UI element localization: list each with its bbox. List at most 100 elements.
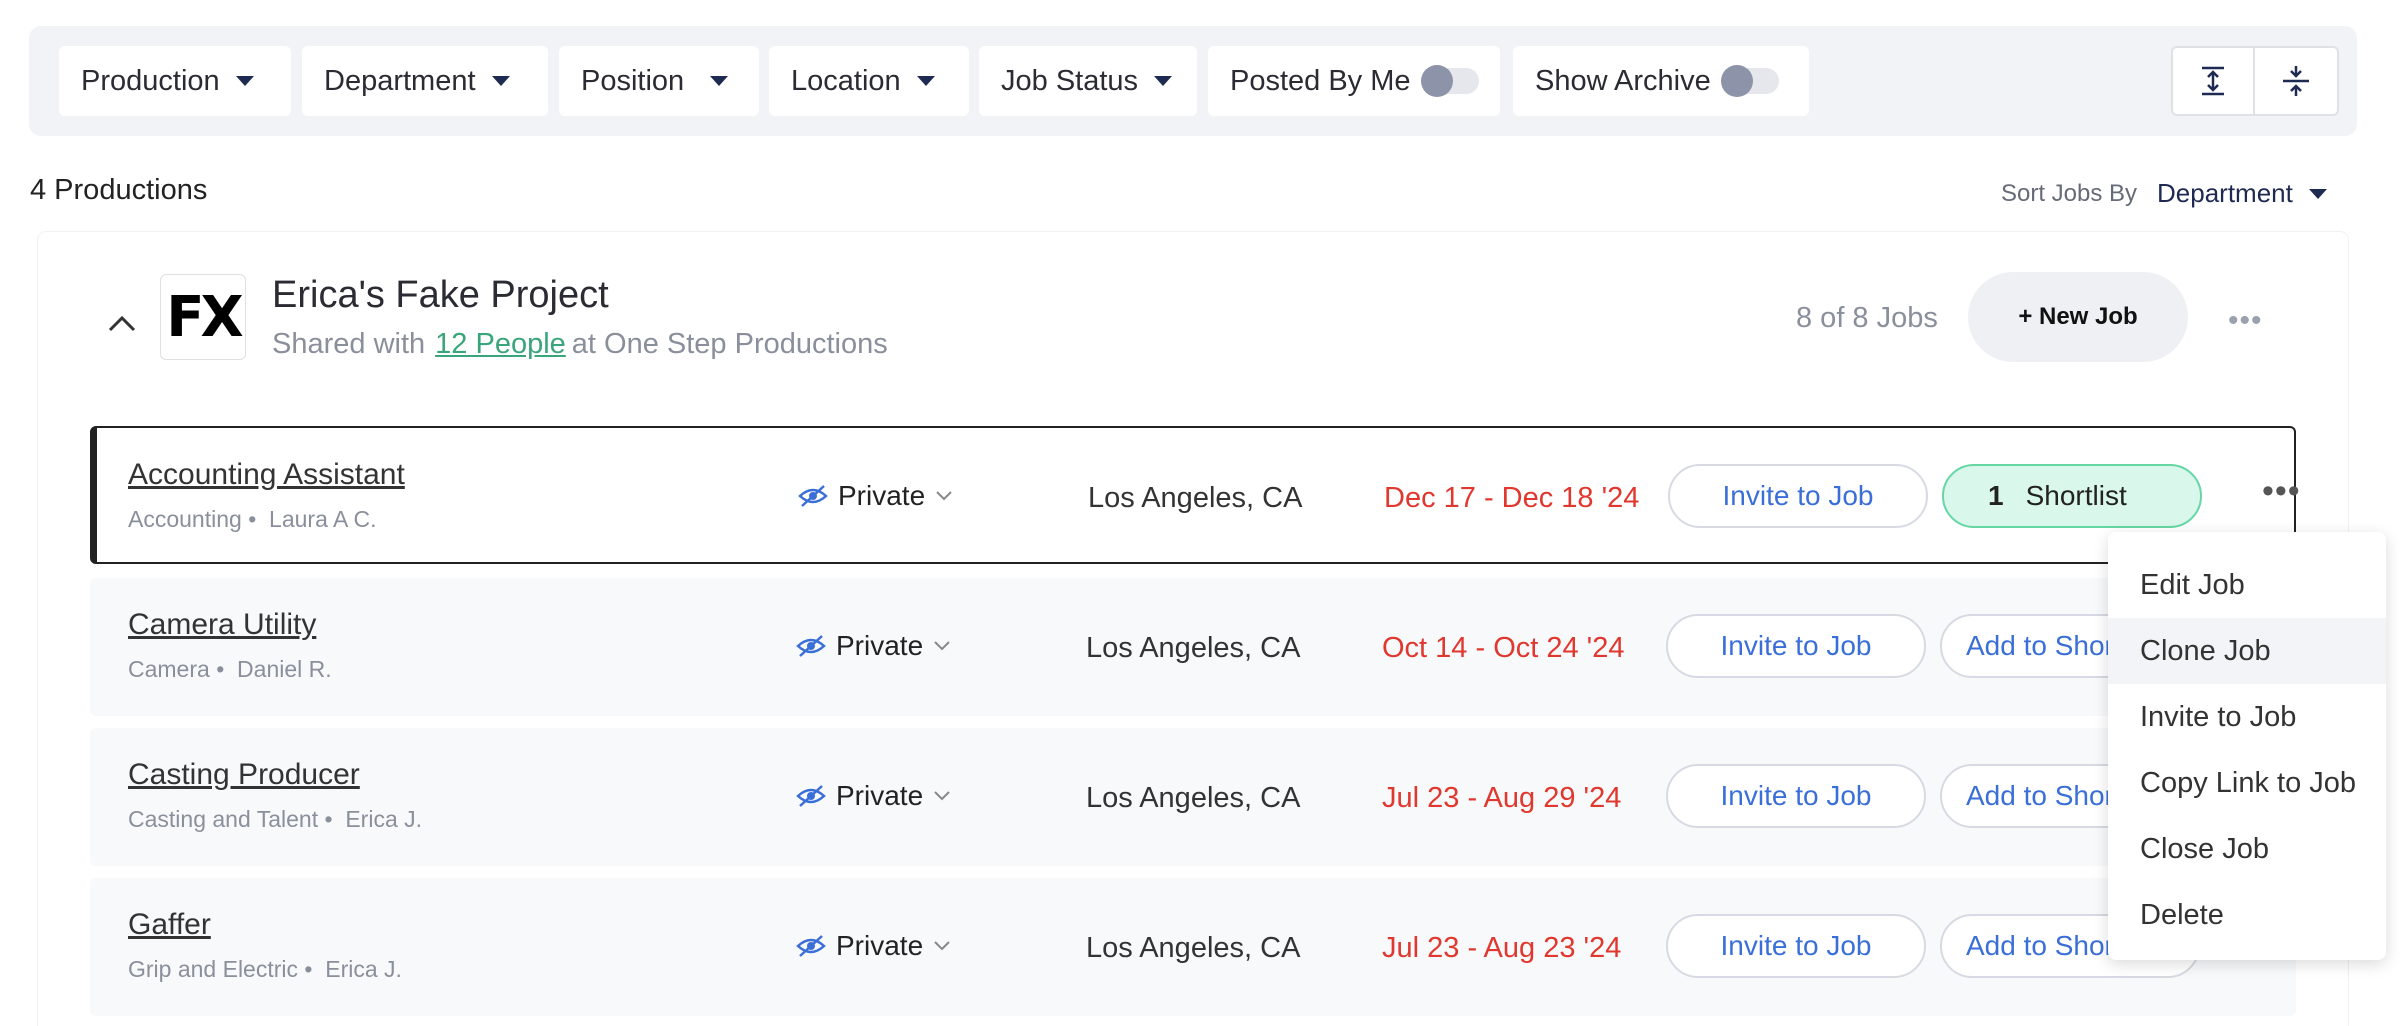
expand-all-button[interactable] [2255,46,2339,116]
menu-item-close-job[interactable]: Close Job [2108,816,2386,882]
menu-item-edit-job[interactable]: Edit Job [2108,552,2386,618]
visibility-label: Private [836,630,924,661]
position-filter-label: Position [581,64,685,97]
sort-label: Sort Jobs By [2001,180,2138,207]
job-dates: Jul 23 - Aug 23 '24 [1382,932,1622,964]
sort-dropdown[interactable]: Department [2157,178,2327,209]
caret-down-icon [710,76,729,86]
job-subtitle: Camera • Daniel R. [128,656,332,682]
job-dates: Jul 23 - Aug 29 '24 [1382,782,1622,814]
expand-icon [2283,66,2309,96]
shortlist-count: 1 [1988,480,2004,511]
more-options-icon[interactable]: ••• [2228,304,2263,338]
chevron-down-icon [934,641,950,651]
chevron-down-icon [934,941,950,951]
productions-count: 4 Productions [30,174,208,206]
location-filter[interactable]: Location [769,46,969,116]
job-subtitle: Accounting • Laura A C. [128,506,377,532]
visibility-label: Private [836,930,924,961]
menu-item-delete[interactable]: Delete [2108,882,2386,948]
shared-suffix: at One Step Productions [571,328,888,360]
job-subtitle: Grip and Electric • Erica J. [128,956,402,982]
production-card: FX Erica's Fake Project Shared with 12 Pe… [38,232,2348,1026]
jobs-count: 8 of 8 Jobs [1796,302,1938,334]
job-subtitle: Casting and Talent • Erica J. [128,806,423,832]
posted-by-me-toggle[interactable] [1420,65,1479,97]
job-status-filter-label: Job Status [1001,64,1139,97]
department-filter-label: Department [324,64,476,97]
job-row[interactable]: Gaffer Grip and Electric • Erica J. Priv… [90,878,2296,1016]
job-title[interactable]: Casting Producer [128,758,360,792]
shared-prefix: Shared with [272,328,426,360]
job-title[interactable]: Gaffer [128,908,211,942]
caret-down-icon [2308,188,2327,199]
show-archive-filter[interactable]: Show Archive [1513,46,1809,116]
job-location: Los Angeles, CA [1086,632,1301,664]
menu-item-copy-link[interactable]: Copy Link to Job [2108,750,2386,816]
production-title: Erica's Fake Project [272,274,609,316]
chevron-up-icon[interactable] [106,312,138,334]
job-person: Daniel R. [237,656,332,682]
job-person: Laura A C. [269,506,377,532]
posted-by-me-filter[interactable]: Posted By Me [1208,46,1500,116]
job-row[interactable]: Accounting Assistant Accounting • Laura … [90,426,2300,564]
chevron-down-icon [936,491,952,501]
eye-slash-icon [796,785,826,807]
production-filter[interactable]: Production [59,46,291,116]
job-row[interactable]: Camera Utility Camera • Daniel R. Privat… [90,578,2296,716]
shortlist-button[interactable]: 1 Shortlist [1942,464,2202,528]
eye-slash-icon [796,935,826,957]
visibility-label: Private [836,780,924,811]
chevron-down-icon [934,791,950,801]
job-title[interactable]: Accounting Assistant [128,458,405,492]
job-row[interactable]: Casting Producer Casting and Talent • Er… [90,728,2296,866]
shared-with: Shared with 12 People at One Step Producti… [272,328,888,361]
invite-to-job-button[interactable]: Invite to Job [1666,764,1926,828]
job-more-options-icon[interactable]: ••• [2262,472,2301,511]
job-person: Erica J. [345,806,423,832]
visibility-label: Private [838,480,926,511]
eye-slash-icon [796,635,826,657]
invite-to-job-button[interactable]: Invite to Job [1666,614,1926,678]
production-logo: FX [160,274,246,360]
invite-to-job-button[interactable]: Invite to Job [1666,914,1926,978]
shortlist-label: Shortlist [2025,480,2127,511]
visibility-dropdown[interactable]: Private [798,480,953,512]
job-department: Camera [128,656,210,682]
collapse-all-button[interactable] [2171,46,2255,116]
job-status-filter[interactable]: Job Status [979,46,1197,116]
invite-to-job-button[interactable]: Invite to Job [1668,464,1928,528]
job-actions-menu: Edit Job Clone Job Invite to Job Copy Li… [2108,532,2386,960]
new-job-button[interactable]: + New Job [1968,272,2188,362]
caret-down-icon [1154,76,1173,86]
jobs-page: Production Department Position Location … [0,0,2406,1026]
caret-down-icon [235,76,254,86]
job-department: Casting and Talent [128,806,319,832]
job-person: Erica J. [325,956,402,982]
location-filter-label: Location [791,64,901,97]
job-department: Grip and Electric [128,956,299,982]
show-archive-toggle[interactable] [1720,65,1779,97]
shared-people-link[interactable]: 12 People [435,328,566,360]
job-location: Los Angeles, CA [1086,782,1301,814]
job-dates: Oct 14 - Oct 24 '24 [1382,632,1625,664]
position-filter[interactable]: Position [559,46,759,116]
posted-by-me-label: Posted By Me [1230,64,1411,97]
job-location: Los Angeles, CA [1086,932,1301,964]
job-department: Accounting [128,506,242,532]
visibility-dropdown[interactable]: Private [796,930,951,962]
visibility-dropdown[interactable]: Private [796,780,951,812]
sort-value: Department [2157,178,2293,208]
show-archive-label: Show Archive [1535,64,1711,97]
menu-item-invite-to-job[interactable]: Invite to Job [2108,684,2386,750]
job-title[interactable]: Camera Utility [128,608,316,642]
job-dates: Dec 17 - Dec 18 '24 [1384,482,1640,514]
eye-slash-icon [798,485,828,507]
job-location: Los Angeles, CA [1088,482,1303,514]
production-filter-label: Production [81,64,220,97]
menu-item-clone-job[interactable]: Clone Job [2108,618,2386,684]
department-filter[interactable]: Department [302,46,548,116]
caret-down-icon [491,76,510,86]
visibility-dropdown[interactable]: Private [796,630,951,662]
filter-bar: Production Department Position Location … [29,26,2357,136]
